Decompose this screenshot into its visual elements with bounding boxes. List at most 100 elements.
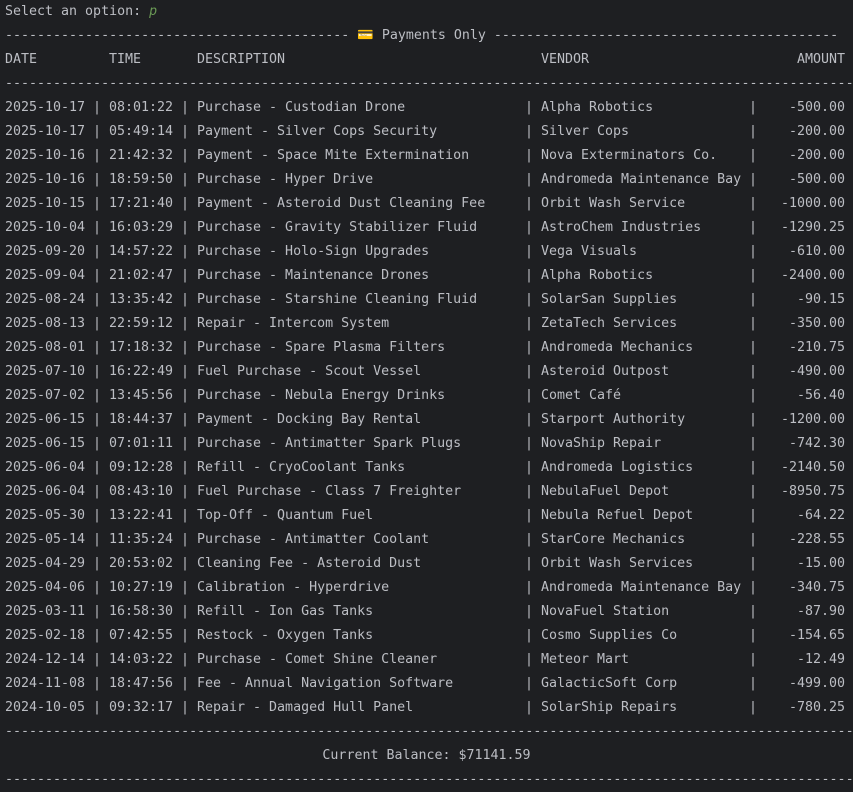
table-row: 2025-10-04 | 16:03:29 | Purchase - Gravity S… xyxy=(5,216,853,240)
row-description: Repair - Intercom System xyxy=(197,316,390,331)
column-separator: | xyxy=(525,604,534,619)
header-description: DESCRIPTION xyxy=(197,52,286,67)
column-separator: | xyxy=(525,100,534,115)
column-separator: | xyxy=(525,628,534,643)
column-separator: | xyxy=(749,148,758,163)
row-date: 2024-11-08 xyxy=(5,676,86,691)
row-date: 2025-05-30 xyxy=(5,508,86,523)
column-separator: | xyxy=(93,388,102,403)
row-vendor: Andromeda Logistics xyxy=(541,460,694,475)
column-separator: | xyxy=(181,364,190,379)
table-row: 2025-02-18 | 07:42:55 | Restock - Oxygen Tan… xyxy=(5,624,853,648)
column-separator: | xyxy=(181,484,190,499)
column-separator: | xyxy=(749,268,758,283)
column-separator: | xyxy=(93,460,102,475)
column-separator: | xyxy=(525,700,534,715)
row-time: 11:35:24 xyxy=(109,532,174,547)
column-separator: | xyxy=(525,436,534,451)
column-separator: | xyxy=(749,556,758,571)
table-row: 2025-10-15 | 17:21:40 | Payment - Asteroid D… xyxy=(5,192,853,216)
row-amount: -56.40 xyxy=(796,388,845,403)
row-amount: -500.00 xyxy=(788,172,845,187)
column-separator: | xyxy=(93,364,102,379)
row-vendor: Cosmo Supplies Co xyxy=(541,628,678,643)
row-amount: -350.00 xyxy=(788,316,845,331)
header-rule: ----------------------------------------… xyxy=(5,76,853,91)
column-separator: | xyxy=(93,436,102,451)
row-vendor: Nebula Refuel Depot xyxy=(541,508,694,523)
banner-left-rule: ----------------------------------------… xyxy=(5,28,350,43)
row-vendor: Silver Cops xyxy=(541,124,630,139)
column-separator: | xyxy=(93,508,102,523)
column-separator: | xyxy=(749,460,758,475)
row-vendor: Alpha Robotics xyxy=(541,268,654,283)
column-separator: | xyxy=(181,340,190,355)
row-vendor: StarCore Mechanics xyxy=(541,532,686,547)
column-separator: | xyxy=(181,124,190,139)
column-separator: | xyxy=(525,220,534,235)
column-separator: | xyxy=(525,412,534,427)
column-separator: | xyxy=(181,700,190,715)
row-date: 2025-10-16 xyxy=(5,172,86,187)
row-amount: -8950.75 xyxy=(780,484,845,499)
column-separator: | xyxy=(525,676,534,691)
row-amount: -1000.00 xyxy=(780,196,845,211)
footer-rule-top: ----------------------------------------… xyxy=(5,724,853,739)
table-row: 2025-06-15 | 18:44:37 | Payment - Docking Ba… xyxy=(5,408,853,432)
current-balance: Current Balance: $71141.59 xyxy=(322,748,531,763)
column-separator: | xyxy=(749,484,758,499)
column-separator: | xyxy=(525,340,534,355)
column-separator: | xyxy=(749,124,758,139)
row-amount: -200.00 xyxy=(788,148,845,163)
column-separator: | xyxy=(749,412,758,427)
row-description: Purchase - Comet Shine Cleaner xyxy=(197,652,438,667)
table-row: 2025-07-10 | 16:22:49 | Fuel Purchase - Scou… xyxy=(5,360,853,384)
row-time: 07:42:55 xyxy=(109,628,174,643)
row-vendor: NebulaFuel Depot xyxy=(541,484,670,499)
column-separator: | xyxy=(93,652,102,667)
column-separator: | xyxy=(181,196,190,211)
banner-title: Payments Only xyxy=(381,28,486,43)
column-separator: | xyxy=(749,436,758,451)
row-time: 16:58:30 xyxy=(109,604,174,619)
column-separator: | xyxy=(749,292,758,307)
terminal[interactable]: Select an option: p --------------------… xyxy=(0,0,853,792)
row-date: 2025-05-14 xyxy=(5,532,86,547)
column-separator: | xyxy=(749,172,758,187)
column-separator: | xyxy=(749,388,758,403)
row-date: 2025-03-11 xyxy=(5,604,86,619)
banner: ----------------------------------------… xyxy=(5,24,853,48)
column-separator: | xyxy=(93,340,102,355)
row-time: 17:18:32 xyxy=(109,340,174,355)
row-vendor: ZetaTech Services xyxy=(541,316,678,331)
row-date: 2025-06-04 xyxy=(5,460,86,475)
column-separator: | xyxy=(93,220,102,235)
column-separator: | xyxy=(93,172,102,187)
row-amount: -2140.50 xyxy=(780,460,845,475)
row-amount: -64.22 xyxy=(796,508,845,523)
column-separator: | xyxy=(93,484,102,499)
table-row: 2024-10-05 | 09:32:17 | Repair - Damaged Hul… xyxy=(5,696,853,720)
column-separator: | xyxy=(749,628,758,643)
row-time: 18:44:37 xyxy=(109,412,174,427)
row-description: Calibration - Hyperdrive xyxy=(197,580,390,595)
column-separator: | xyxy=(749,364,758,379)
table-row: 2025-10-16 | 21:42:32 | Payment - Space Mite… xyxy=(5,144,853,168)
prompt-line: Select an option: p xyxy=(5,0,853,24)
table-row: 2025-04-29 | 20:53:02 | Cleaning Fee - Aster… xyxy=(5,552,853,576)
column-separator: | xyxy=(749,604,758,619)
row-amount: -228.55 xyxy=(788,532,845,547)
row-date: 2025-08-13 xyxy=(5,316,86,331)
row-time: 16:22:49 xyxy=(109,364,174,379)
table-row: 2025-03-11 | 16:58:30 | Refill - Ion Gas Tan… xyxy=(5,600,853,624)
table-row: 2025-04-06 | 10:27:19 | Calibration - Hyperd… xyxy=(5,576,853,600)
table-row: 2024-12-14 | 14:03:22 | Purchase - Comet Shi… xyxy=(5,648,853,672)
column-separator: | xyxy=(525,508,534,523)
row-date: 2025-06-15 xyxy=(5,412,86,427)
row-amount: -87.90 xyxy=(796,604,845,619)
row-time: 18:59:50 xyxy=(109,172,174,187)
row-date: 2025-08-24 xyxy=(5,292,86,307)
row-amount: -210.75 xyxy=(788,340,845,355)
row-time: 16:03:29 xyxy=(109,220,174,235)
row-amount: -490.00 xyxy=(788,364,845,379)
